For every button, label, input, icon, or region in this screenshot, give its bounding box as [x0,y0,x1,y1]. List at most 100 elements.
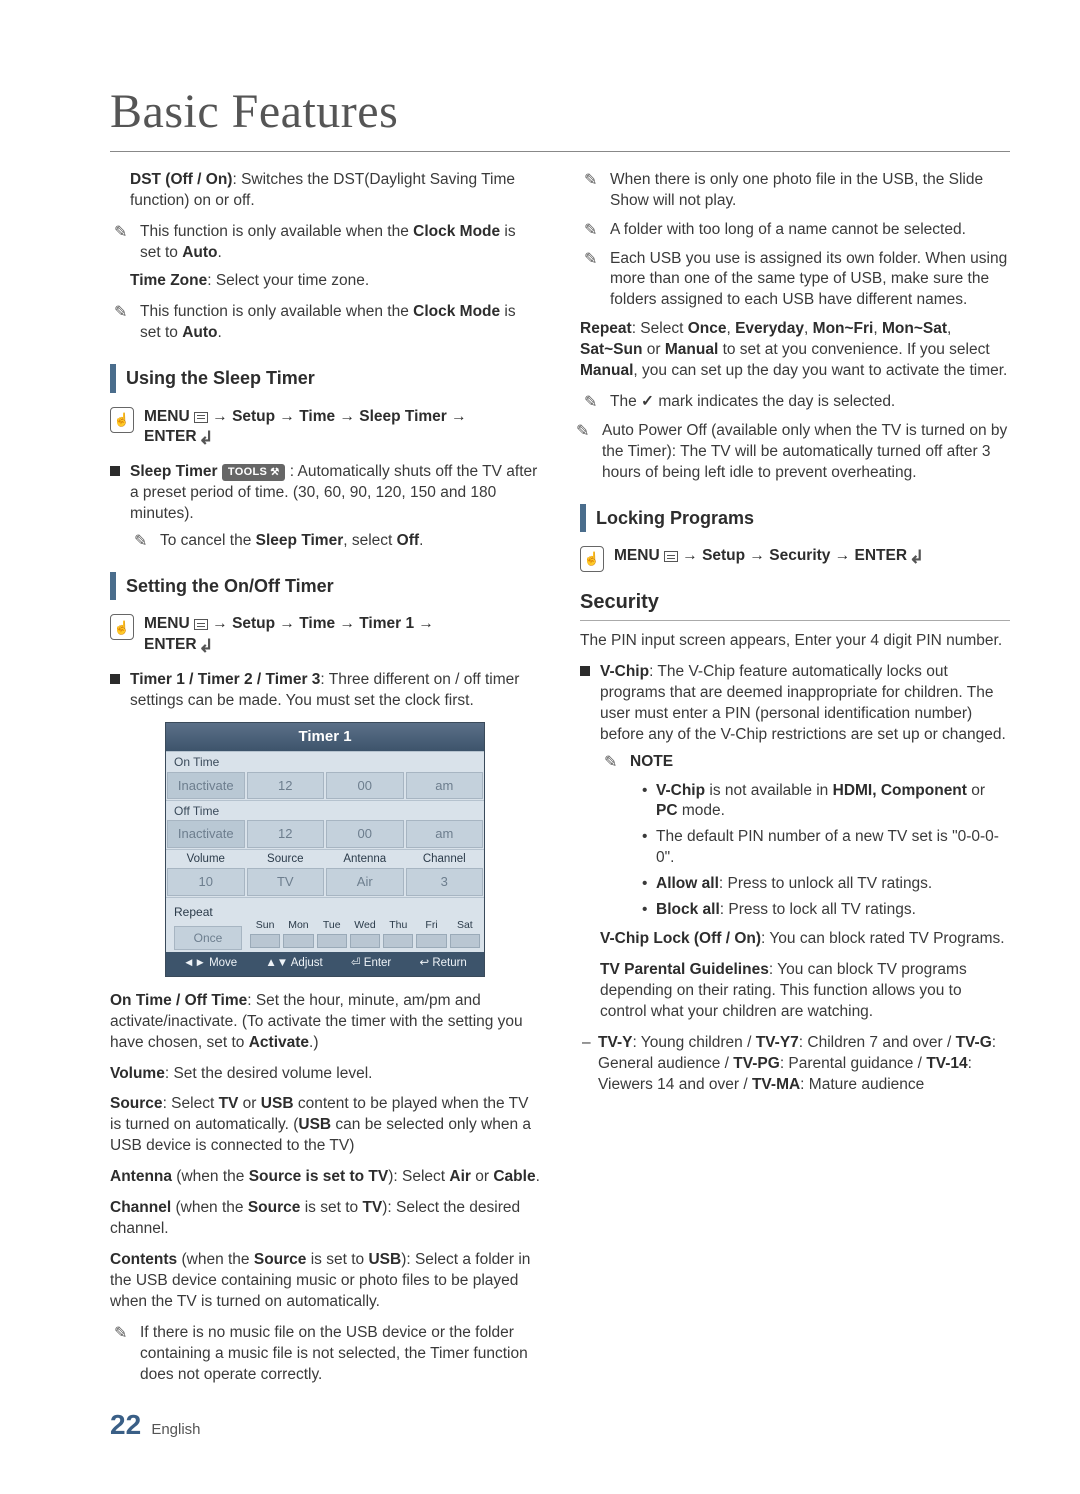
heading-bar [580,504,586,532]
ontime-paragraph: On Time / Off Time: Set the hour, minute… [110,991,540,1054]
txt: Each USB you use is assigned its own fol… [610,250,1007,309]
txt: : Young children / [632,1034,755,1051]
usb-note-3: Each USB you use is assigned its own fol… [580,249,1010,312]
txt: When there is only one photo file in the… [610,171,983,209]
menu-icon [194,412,208,423]
timer-footer: ◄► Move ▲▼ Adjust ⏎ Enter ↩ Return [166,952,484,976]
txt: TV-Y [598,1034,632,1051]
vchip-note-1: V-Chip is not available in HDMI, Compone… [640,781,1010,823]
off-time-state[interactable]: Inactivate [167,820,245,848]
page-lang: English [151,1421,200,1438]
day-wed[interactable]: Wed [350,918,380,948]
day-thu[interactable]: Thu [383,918,413,948]
title: TV Parental Guidelines [600,961,769,978]
on-time-hour[interactable]: 12 [247,772,325,800]
txt: A folder with too long of a name cannot … [610,221,966,238]
menu-label: MENU [614,547,660,564]
txt: NOTE [630,753,673,770]
txt: is not available in [705,782,833,799]
off-time-ampm[interactable]: am [406,820,484,848]
txt: : Press to lock all TV ratings. [720,901,916,918]
txt: If there is no music file on the USB dev… [140,1324,528,1383]
txt: Sat [457,919,473,931]
txt: Auto [182,244,217,261]
vchip-note-label: NOTE [600,752,1010,773]
title: Antenna [110,1168,172,1185]
txt: Once [688,320,727,337]
value-volume[interactable]: 10 [167,868,245,896]
content-columns: DST (Off / On): Switches the DST(Dayligh… [110,170,1010,1394]
txt: To cancel the [160,532,256,549]
value-channel[interactable]: 3 [406,868,484,896]
txt: This function is only available when the [140,223,413,240]
txt: Tue [323,919,341,931]
on-time-min[interactable]: 00 [326,772,404,800]
enter-label: ENTER [144,636,197,653]
day-sat[interactable]: Sat [450,918,480,948]
label-antenna: Antenna [325,850,405,868]
txt: Manual [665,341,718,358]
title: Contents [110,1251,177,1268]
txt: : Press to unlock all TV ratings. [719,875,932,892]
label-source: Source [246,850,326,868]
dst-note: This function is only available when the… [110,222,540,264]
txt: is set to [300,1199,362,1216]
txt: TV-14 [926,1055,967,1072]
source-paragraph: Source: Select TV or USB content to be p… [110,1094,540,1157]
path-text: → Setup → Time → Timer 1 → [208,615,434,632]
heading-bar [110,364,116,392]
txt: TV-Y7 [756,1034,799,1051]
sleep-timer-heading: Using the Sleep Timer [110,364,540,392]
vchip-note-3: Allow all: Press to unlock all TV rating… [640,874,1010,895]
txt: Wed [354,919,375,931]
day-fri[interactable]: Fri [416,918,446,948]
txt: Auto Power Off (available only when the … [602,422,1007,481]
txt: Mon [288,919,308,931]
txt: (when the [177,1251,254,1268]
sleep-menu-path: ☝ MENU → Setup → Time → Sleep Timer → EN… [110,407,540,449]
txt: Sleep Timer [256,532,344,549]
txt: TV-PG [733,1055,780,1072]
tools-badge: TOOLS [222,464,286,481]
page-title: Basic Features [110,80,1010,152]
onoff-timer-heading: Setting the On/Off Timer [110,572,540,600]
txt: Everyday [735,320,804,337]
footer-move: ◄► Move [183,956,237,972]
value-antenna[interactable]: Air [326,868,404,896]
footer-return: ↩ Return [419,956,466,972]
repeat-value[interactable]: Once [174,926,242,950]
right-column: When there is only one photo file in the… [580,170,1010,1394]
page-number: 22 English [110,1406,201,1444]
txt: . [218,324,222,341]
txt: mode. [678,802,725,819]
txt: , select [343,532,396,549]
contents-note: If there is no music file on the USB dev… [110,1323,540,1386]
pin-line: The PIN input screen appears, Enter your… [580,631,1010,652]
menu-label: MENU [144,615,190,632]
day-mon[interactable]: Mon [283,918,313,948]
sleep-cancel-note: To cancel the Sleep Timer, select Off. [130,531,540,552]
txt: Sat~Sun [580,341,642,358]
value-source[interactable]: TV [247,868,325,896]
day-tue[interactable]: Tue [317,918,347,948]
txt: Manual [580,362,633,379]
heading-bar [110,572,116,600]
on-time-label: On Time [166,752,484,770]
txt: . [218,244,222,261]
off-time-min[interactable]: 00 [326,820,404,848]
enter-label: ENTER [855,547,908,564]
usb-note-1: When there is only one photo file in the… [580,170,1010,212]
sleep-timer-item: Sleep Timer TOOLS : Automatically shuts … [110,462,540,552]
on-time-state[interactable]: Inactivate [167,772,245,800]
path-text: → Setup → Security → [678,547,855,564]
txt: Thu [389,919,407,931]
day-sun[interactable]: Sun [250,918,280,948]
vchip-item: V-Chip: The V-Chip feature automatically… [580,662,1010,921]
timer1-panel: Timer 1 On Time Inactivate 12 00 am Off … [165,722,485,977]
txt: : Mature audience [800,1076,924,1093]
timer1-title: Timer 1 [166,723,484,751]
on-time-ampm[interactable]: am [406,772,484,800]
off-time-hour[interactable]: 12 [247,820,325,848]
txt: : The V-Chip feature automatically locks… [600,663,1006,743]
locking-menu-path: ☝ MENU → Setup → Security → ENTER [580,546,1010,567]
